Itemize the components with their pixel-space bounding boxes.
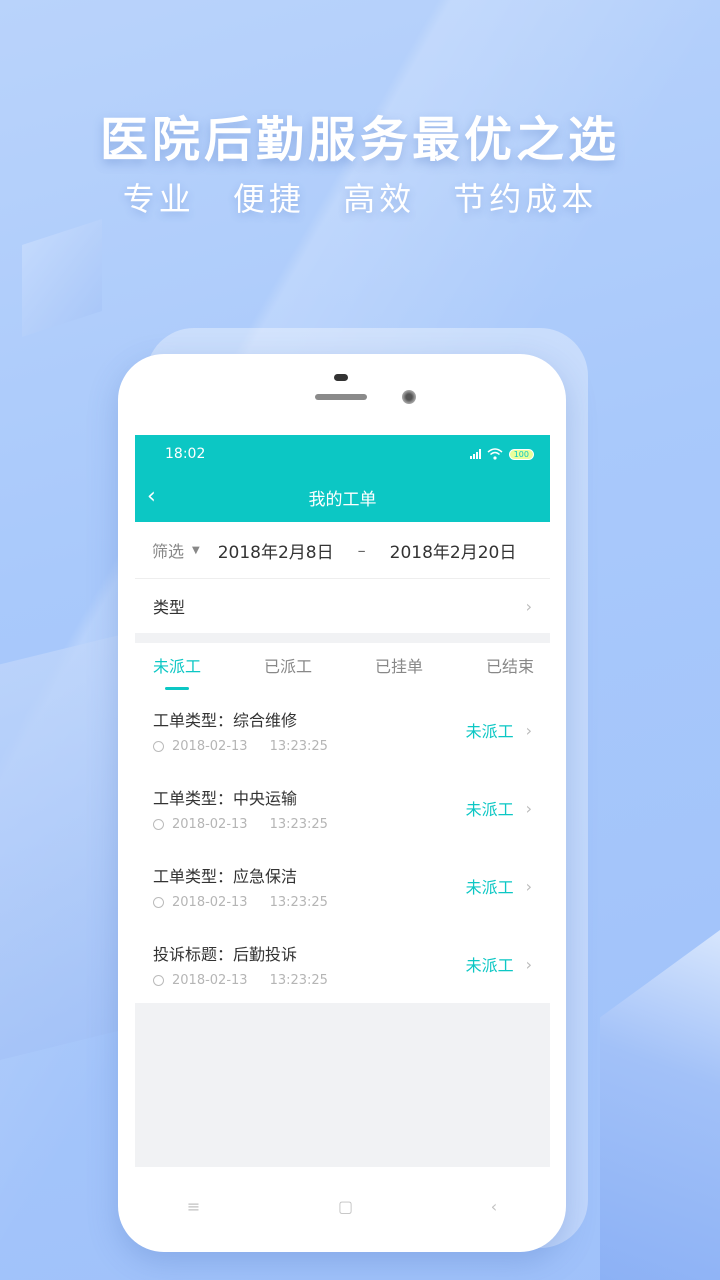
status-time: 18:02 — [165, 446, 206, 462]
battery-icon: 100 — [508, 448, 534, 460]
signal-icon — [469, 449, 481, 459]
chevron-right-icon: › — [525, 876, 532, 896]
promo-tag: 便捷 — [232, 180, 305, 218]
tab-finished[interactable]: 已结束 — [486, 643, 534, 691]
phone-speaker — [315, 394, 367, 400]
order-time: 13:23:25 — [269, 894, 328, 910]
menu-icon[interactable]: ≡ — [187, 1197, 200, 1216]
clock-icon — [153, 974, 164, 986]
order-date: 2018-02-13 — [172, 972, 248, 988]
filter-bar: 筛选 ▼ 2018年2月8日 – 2018年2月20日 — [135, 522, 550, 579]
phone-camera-icon — [402, 390, 416, 404]
tab-on-hold[interactable]: 已挂单 — [375, 643, 423, 691]
order-title: 工单类型：综合维修 — [153, 710, 298, 730]
type-selector[interactable]: 类型 › — [135, 579, 550, 633]
order-time: 13:23:25 — [269, 738, 328, 754]
caret-down-icon[interactable]: ▼ — [192, 545, 200, 556]
clock-icon — [153, 818, 164, 830]
phone-sensor — [334, 374, 348, 381]
system-nav-bar: ≡ ▢ ‹ — [118, 1186, 566, 1226]
date-separator: – — [357, 540, 366, 560]
order-title: 工单类型：中央运输 — [153, 788, 298, 808]
order-time: 13:23:25 — [269, 816, 328, 832]
order-list-panel: 未派工 已派工 已挂单 已结束 工单类型：综合维修 2018-02-13 13:2… — [135, 643, 550, 1003]
order-status: 未派工 — [465, 878, 514, 897]
chevron-right-icon: › — [525, 720, 532, 740]
order-status: 未派工 — [465, 722, 514, 741]
order-date: 2018-02-13 — [172, 816, 248, 832]
order-status: 未派工 — [465, 956, 514, 975]
promo-headline: 医院后勤服务最优之选 — [99, 112, 620, 168]
page-title: 我的工单 — [308, 490, 377, 510]
order-date: 2018-02-13 — [172, 894, 248, 910]
clock-icon — [153, 740, 164, 752]
order-date: 2018-02-13 — [172, 738, 248, 754]
back-triangle-icon[interactable]: ‹ — [491, 1197, 497, 1216]
chevron-right-icon: › — [525, 596, 532, 616]
order-title: 工单类型：应急保洁 — [153, 866, 298, 886]
start-date[interactable]: 2018年2月8日 — [218, 538, 334, 563]
app-header: 18:02 100 ‹ 我的工单 — [135, 435, 550, 522]
type-label: 类型 — [153, 598, 186, 617]
chevron-right-icon: › — [525, 798, 532, 818]
end-date[interactable]: 2018年2月20日 — [390, 538, 517, 563]
order-row[interactable]: 工单类型：综合维修 2018-02-13 13:23:25 未派工 › — [135, 691, 550, 769]
filter-dropdown[interactable]: 筛选 — [152, 538, 184, 562]
promo-tags: 专业 便捷 高效 节约成本 — [0, 174, 720, 220]
tab-dispatched[interactable]: 已派工 — [264, 643, 312, 691]
home-square-icon[interactable]: ▢ — [338, 1197, 353, 1216]
chevron-right-icon: › — [525, 954, 532, 974]
promo-tag: 专业 — [122, 180, 195, 218]
order-status: 未派工 — [465, 800, 514, 819]
clock-icon — [153, 896, 164, 908]
order-row[interactable]: 工单类型：应急保洁 2018-02-13 13:23:25 未派工 › — [135, 847, 550, 925]
phone-frame: 18:02 100 ‹ 我的工单 筛选 ▼ 2018年2月8日 – 2018年2… — [118, 354, 566, 1252]
status-bar: 18:02 100 — [135, 435, 550, 473]
order-title: 投诉标题：后勤投诉 — [153, 944, 298, 964]
order-row[interactable]: 投诉标题：后勤投诉 2018-02-13 13:23:25 未派工 › — [135, 925, 550, 1003]
order-time: 13:23:25 — [269, 972, 328, 988]
app-screen: 18:02 100 ‹ 我的工单 筛选 ▼ 2018年2月8日 – 2018年2… — [135, 435, 550, 1167]
tab-undispatched[interactable]: 未派工 — [153, 643, 201, 691]
chevron-left-icon[interactable]: ‹ — [147, 483, 167, 511]
promo-tag: 高效 — [343, 180, 416, 218]
wifi-icon — [487, 448, 503, 460]
order-row[interactable]: 工单类型：中央运输 2018-02-13 13:23:25 未派工 › — [135, 769, 550, 847]
status-tabs: 未派工 已派工 已挂单 已结束 — [135, 643, 550, 691]
promo-tag: 节约成本 — [453, 180, 598, 218]
